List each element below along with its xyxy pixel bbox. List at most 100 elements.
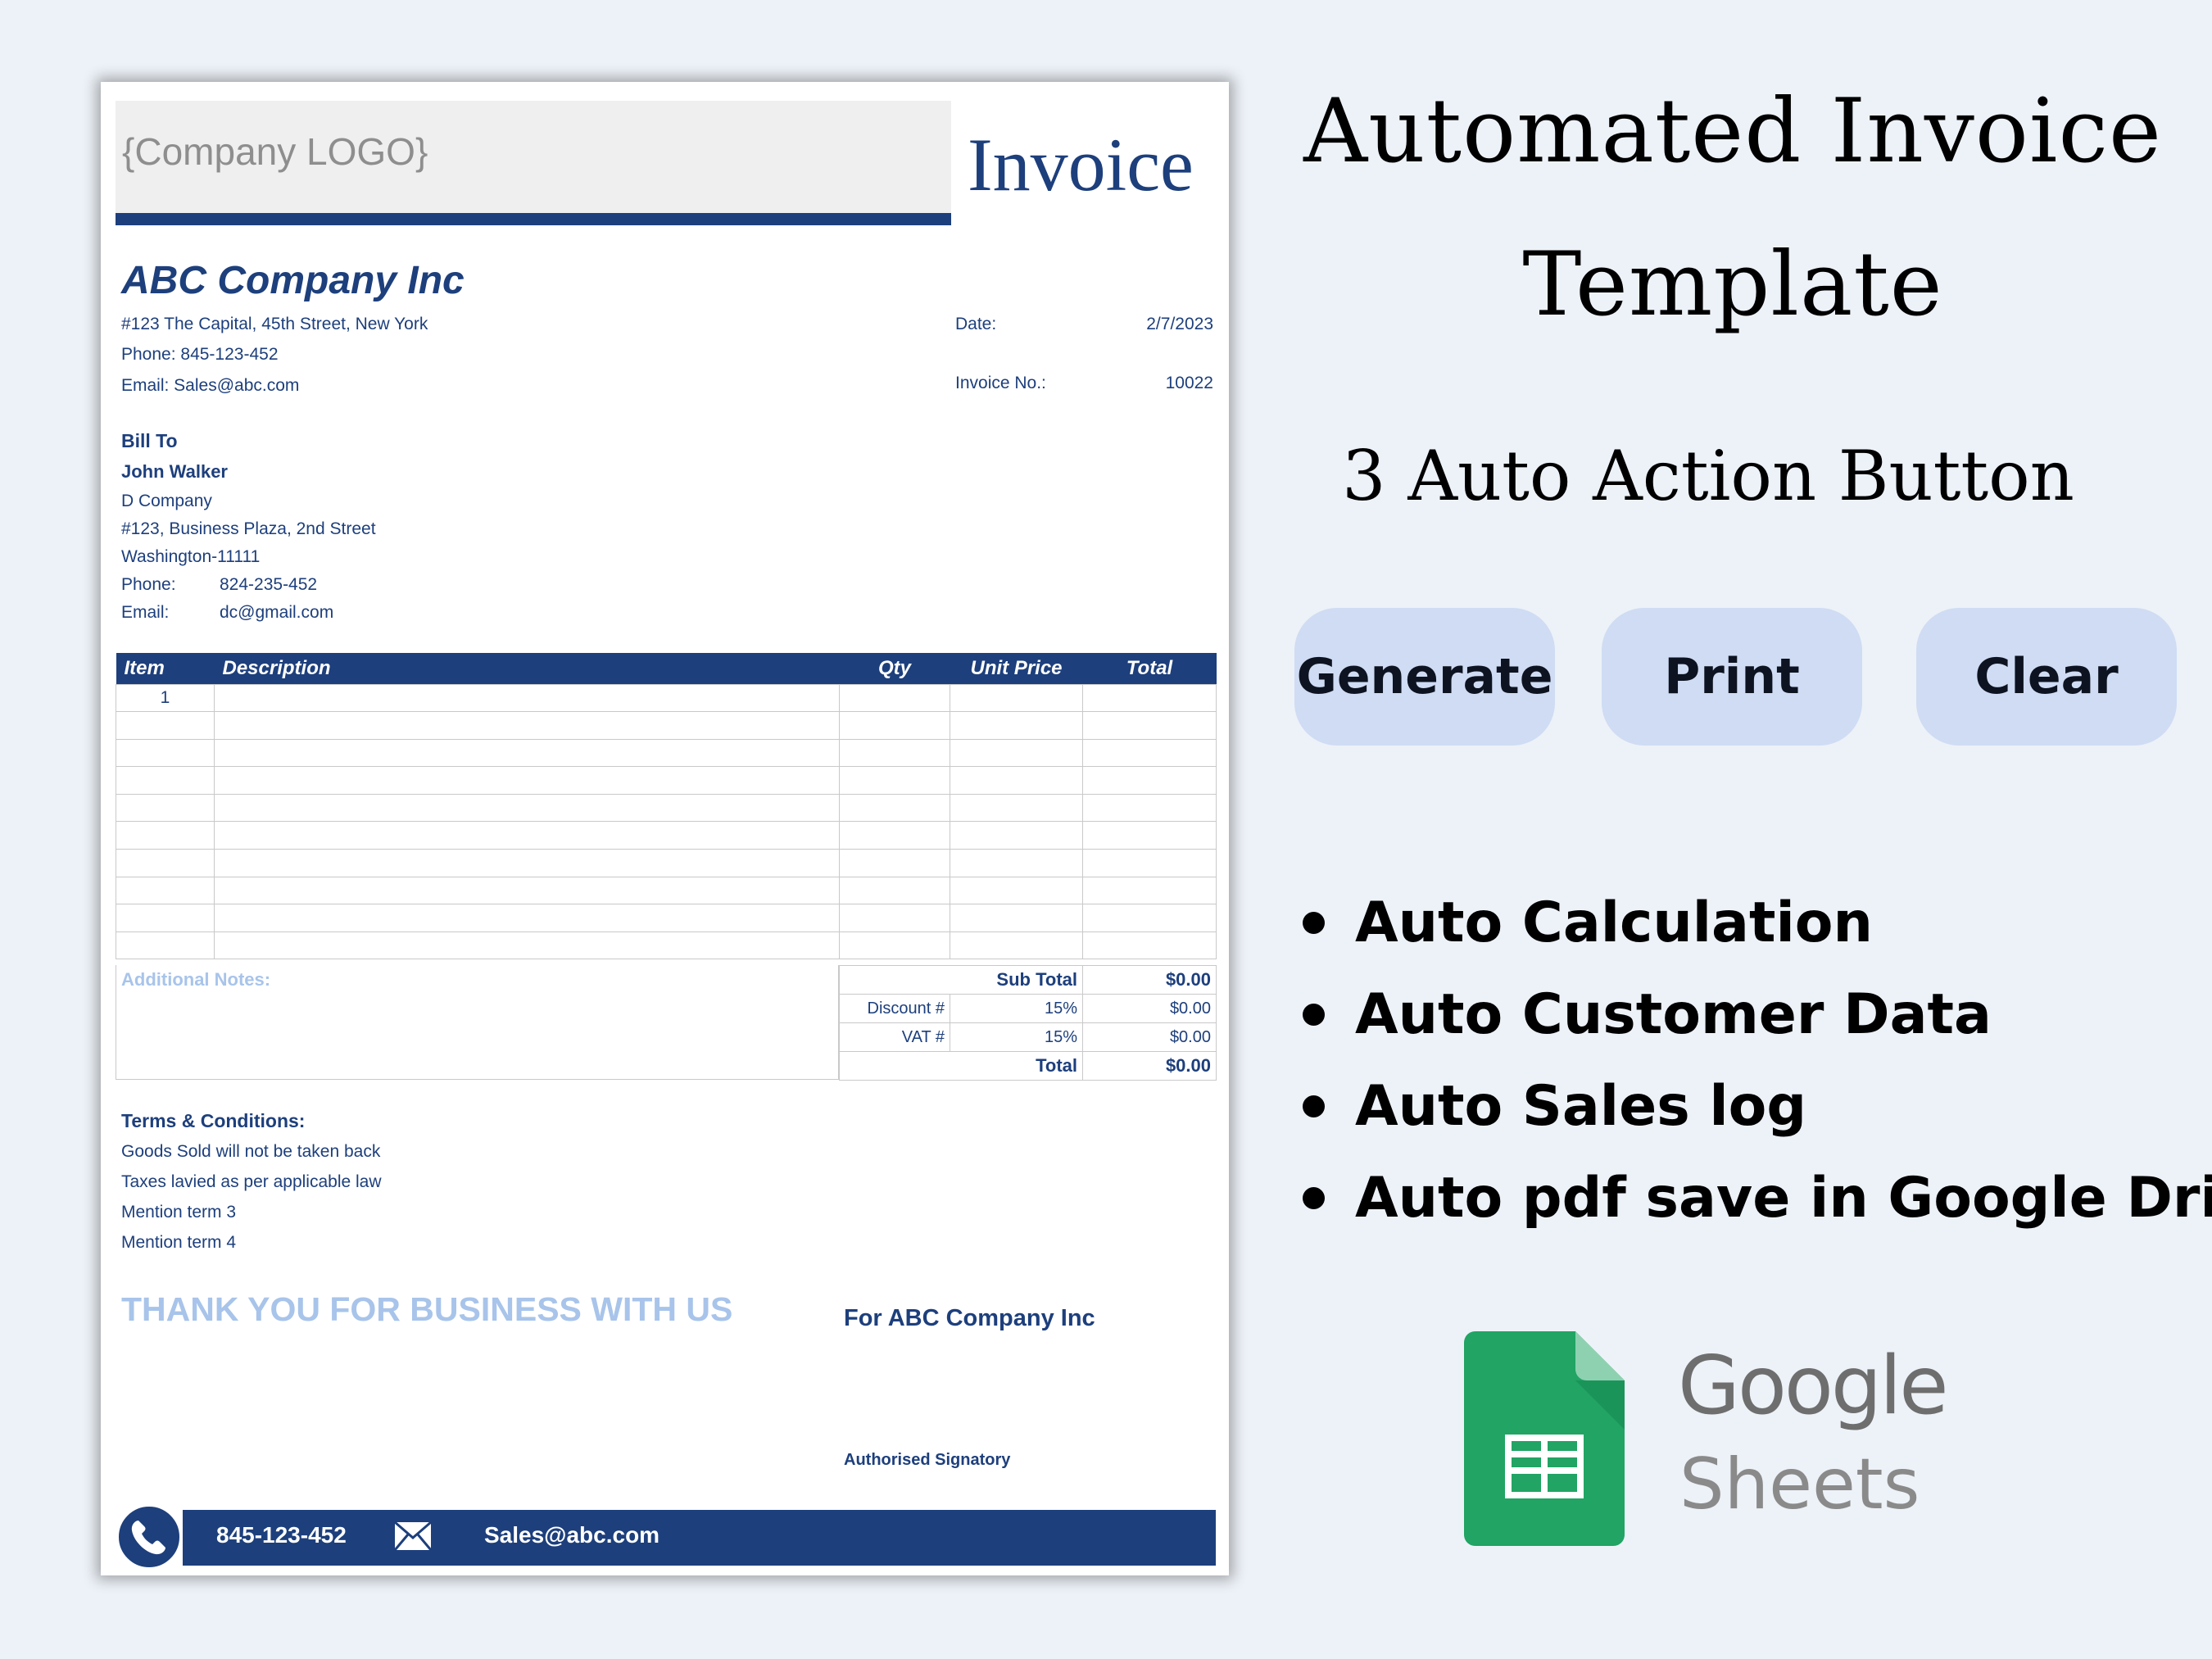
total-cell[interactable] [1082,876,1217,905]
terms-line: Goods Sold will not be taken back [121,1142,381,1161]
vat-rate[interactable]: 15% [950,1022,1083,1052]
item-cell[interactable] [116,849,215,877]
unit-price-cell[interactable] [950,711,1083,740]
for-company-label: For ABC Company Inc [844,1305,1095,1331]
bill-to-phone-value: 824-235-452 [220,575,318,594]
footer-email: Sales@abc.com [484,1522,660,1548]
thank-you-message: THANK YOU FOR BUSINESS WITH US [121,1290,733,1328]
discount-rate[interactable]: 15% [950,994,1083,1023]
bill-to-company: D Company [121,492,212,510]
item-cell[interactable] [116,931,215,960]
bill-to-email-value: dc@gmail.com [220,603,334,622]
table-row [116,849,1217,877]
qty-cell[interactable] [839,738,950,768]
unit-price-cell[interactable] [950,876,1083,905]
unit-price-cell[interactable] [950,931,1083,960]
subtotal-value: $0.00 [1082,965,1217,995]
item-cell[interactable] [116,766,215,795]
total-cell[interactable] [1082,931,1217,960]
total-cell[interactable] [1082,793,1217,823]
item-cell[interactable] [116,738,215,768]
qty-cell[interactable] [839,931,950,960]
description-cell[interactable] [214,766,840,795]
discount-value: $0.00 [1082,994,1217,1023]
qty-cell[interactable] [839,904,950,932]
logo-placeholder-text: {Company LOGO} [122,130,428,173]
envelope-icon [393,1521,433,1555]
total-row: Total $0.00 [839,1051,1217,1081]
feature-list: Auto Calculation Auto Customer Data Auto… [1303,877,2212,1244]
bill-to-name[interactable]: John Walker [121,461,228,483]
description-cell[interactable] [214,738,840,768]
description-cell[interactable] [214,821,840,850]
company-address: #123 The Capital, 45th Street, New York [121,315,428,333]
description-cell[interactable] [214,904,840,932]
unit-price-cell[interactable] [950,793,1083,823]
date-label: Date: [955,315,997,333]
subtotal-row: Sub Total $0.00 [839,965,1217,995]
total-cell[interactable] [1082,821,1217,850]
header-rule [116,213,951,225]
bullet-icon [1303,911,1325,934]
description-cell[interactable] [214,711,840,740]
feature-label: Auto Calculation [1355,890,1873,955]
item-cell[interactable] [116,711,215,740]
qty-cell[interactable] [839,793,950,823]
description-cell[interactable] [214,793,840,823]
item-cell[interactable] [116,793,215,823]
table-row [116,711,1217,740]
description-cell[interactable] [214,876,840,905]
description-cell[interactable] [214,683,840,713]
bill-to-phone-label: Phone: [121,575,176,594]
total-cell[interactable] [1082,711,1217,740]
print-button[interactable]: Print [1602,608,1862,746]
bill-to-address: #123, Business Plaza, 2nd Street [121,519,376,538]
google-wordmark: Google [1678,1339,1949,1433]
totals-table: Sub Total $0.00 Discount # 15% $0.00 VAT… [839,965,1217,1081]
column-header-qty: Qty [839,653,950,684]
bullet-icon [1303,1186,1325,1209]
item-cell[interactable] [116,876,215,905]
qty-cell[interactable] [839,821,950,850]
total-cell[interactable] [1082,683,1217,713]
qty-cell[interactable] [839,766,950,795]
description-cell[interactable] [214,849,840,877]
description-cell[interactable] [214,931,840,960]
invoice-no-value[interactable]: 10022 [1067,374,1213,393]
qty-cell[interactable] [839,849,950,877]
generate-button[interactable]: Generate [1294,608,1555,746]
total-cell[interactable] [1082,766,1217,795]
clear-button[interactable]: Clear [1916,608,2177,746]
item-cell[interactable] [116,904,215,932]
unit-price-cell[interactable] [950,766,1083,795]
total-value: $0.00 [1082,1051,1217,1081]
qty-cell[interactable] [839,711,950,740]
table-row [116,904,1217,932]
item-cell[interactable] [116,821,215,850]
qty-cell[interactable] [839,876,950,905]
table-row [116,793,1217,823]
bill-to-email-label: Email: [121,603,170,622]
authorised-signatory-label: Authorised Signatory [844,1451,1011,1469]
table-row [116,876,1217,905]
item-cell[interactable]: 1 [116,683,215,713]
unit-price-cell[interactable] [950,683,1083,713]
sheets-wordmark: Sheets [1679,1444,1920,1525]
invoice-no-label: Invoice No.: [955,374,1046,392]
unit-price-cell[interactable] [950,738,1083,768]
column-header-total: Total [1082,653,1217,684]
feature-label: Auto Sales log [1355,1073,1807,1139]
total-cell[interactable] [1082,904,1217,932]
unit-price-cell[interactable] [950,821,1083,850]
column-header-description: Description [214,653,840,684]
terms-heading: Terms & Conditions: [121,1110,306,1131]
table-row [116,738,1217,768]
total-cell[interactable] [1082,738,1217,768]
qty-cell[interactable] [839,683,950,713]
unit-price-cell[interactable] [950,904,1083,932]
unit-price-cell[interactable] [950,849,1083,877]
google-sheets-icon [1464,1331,1625,1550]
vat-row: VAT # 15% $0.00 [839,1022,1217,1052]
date-value[interactable]: 2/7/2023 [1067,315,1213,334]
total-cell[interactable] [1082,849,1217,877]
